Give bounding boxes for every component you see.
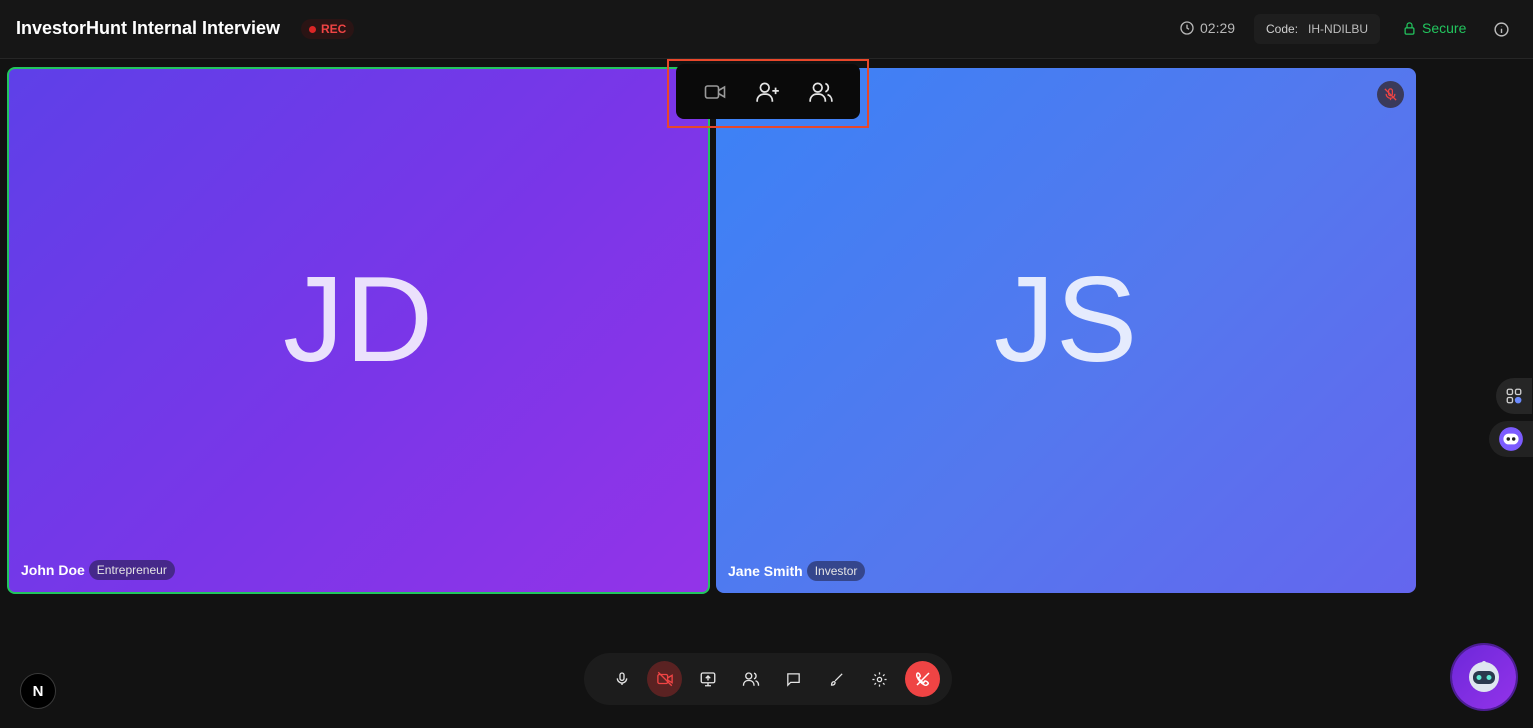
settings-button[interactable] [862, 661, 897, 697]
recording-badge: REC [301, 19, 355, 39]
meeting-timer: 02:29 [1179, 20, 1235, 36]
participant-nameplate: John Doe Entrepreneur [21, 560, 175, 580]
logo-letter: N [32, 682, 44, 700]
camera-off-icon [656, 670, 674, 688]
screen-share-icon [699, 670, 717, 688]
floating-toolbar [676, 64, 860, 119]
participants-icon [742, 670, 760, 688]
recording-label: REC [321, 22, 347, 36]
end-call-icon [914, 670, 932, 688]
meeting-code[interactable]: Code: IH-NDILBU [1254, 14, 1381, 44]
secure-indicator: Secure [1402, 20, 1466, 36]
info-icon[interactable] [1493, 21, 1510, 38]
microphone-icon [614, 671, 630, 687]
participant-role-badge: Investor [806, 561, 866, 581]
participant-tile-john-doe[interactable]: JD John Doe Entrepreneur [7, 67, 710, 594]
add-user-icon[interactable] [750, 74, 786, 110]
app-logo[interactable]: N [20, 673, 56, 709]
meeting-title: InvestorHunt Internal Interview [16, 18, 281, 38]
camera-toggle-button[interactable] [647, 661, 682, 697]
gear-icon [871, 671, 888, 688]
participants-icon[interactable] [803, 74, 839, 110]
participant-name: John Doe [21, 562, 85, 578]
whiteboard-button[interactable] [819, 661, 854, 697]
apps-icon [1505, 387, 1523, 405]
assistant-face-icon [1498, 426, 1524, 452]
participant-name: Jane Smith [728, 563, 803, 579]
robot-icon [1464, 657, 1504, 697]
brush-icon [828, 671, 845, 688]
video-icon[interactable] [697, 74, 733, 110]
participant-role-badge: Entrepreneur [88, 560, 175, 580]
code-label: Code: [1266, 22, 1299, 36]
end-call-button[interactable] [905, 661, 940, 697]
apps-widget-button[interactable] [1496, 378, 1532, 414]
timer-value: 02:29 [1200, 20, 1236, 36]
recording-dot-icon [309, 25, 316, 33]
meeting-header: InvestorHunt Internal Interview REC 02:2… [0, 0, 1533, 59]
microphone-button[interactable] [604, 661, 639, 697]
participants-button[interactable] [733, 661, 768, 697]
participant-initials: JD [282, 251, 435, 387]
screen-share-button[interactable] [690, 661, 725, 697]
participant-nameplate: Jane Smith Investor [728, 561, 866, 581]
secure-label: Secure [1422, 20, 1467, 36]
lock-icon [1402, 21, 1417, 36]
assistant-widget-button[interactable] [1489, 421, 1533, 457]
chat-icon [785, 671, 802, 688]
participant-initials: JS [993, 251, 1139, 387]
mic-off-icon [1377, 81, 1404, 108]
clock-icon [1179, 20, 1195, 36]
call-controls-bar [584, 653, 952, 705]
participant-tile-jane-smith[interactable]: JS Jane Smith Investor [716, 68, 1416, 593]
chat-button[interactable] [776, 661, 811, 697]
code-value: IH-NDILBU [1308, 22, 1369, 36]
ai-assistant-button[interactable] [1452, 645, 1516, 709]
